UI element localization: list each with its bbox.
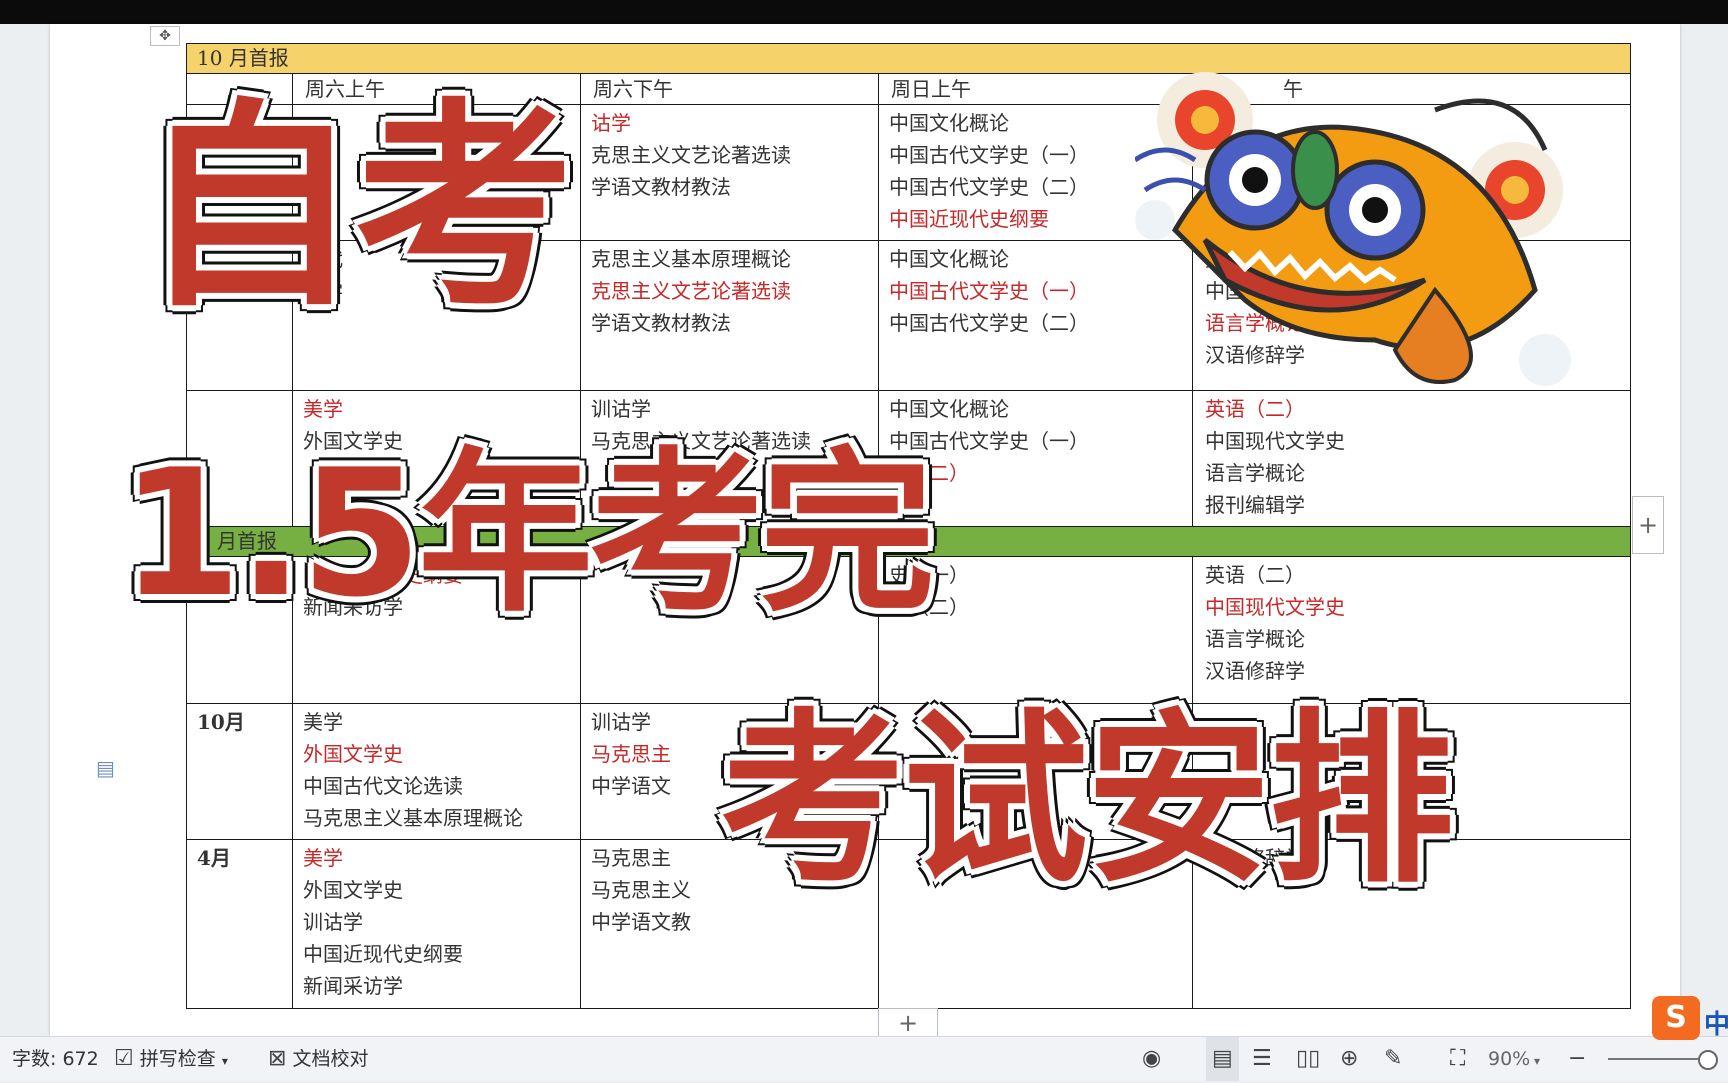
page-view-icon[interactable]: ▤ bbox=[1206, 1037, 1239, 1081]
overlay-title-arrangement: 考试安排 bbox=[717, 692, 1457, 908]
subject-text: 中国古代文学史（一） bbox=[889, 428, 1089, 453]
cell-sat-am: 美学外国文学史中国古代文论选读马克思主义基本原理概论 bbox=[292, 702, 581, 841]
subject-text: 美学 bbox=[303, 710, 343, 734]
col-head-sat-pm: 周六下午 bbox=[580, 72, 879, 106]
top-bar bbox=[0, 0, 1728, 24]
subject-text: 克思主义文艺论著选读 bbox=[591, 279, 791, 304]
subject-text: 中国近现代史纲要 bbox=[303, 942, 463, 967]
add-column-button[interactable]: + bbox=[1632, 496, 1664, 554]
row-label: 4月 bbox=[186, 839, 293, 1009]
subject-text: 美学 bbox=[303, 846, 343, 871]
spell-check-button[interactable]: ☑ 拼写检查 ▾ bbox=[114, 1037, 228, 1081]
row-label: 10月 bbox=[186, 702, 293, 841]
pen-icon[interactable]: ✎ bbox=[1384, 1037, 1402, 1081]
subject-text: 马克思主义基本原理概论 bbox=[303, 806, 523, 830]
subject-text: 中国现代文学史 bbox=[1205, 594, 1345, 619]
cell-sun-pm: 英语（二） 中国现代文学史 语言学概论汉语修辞学 bbox=[1192, 555, 1631, 705]
subject-text: 中学语文教 bbox=[591, 910, 691, 935]
status-bar: 字数: 672 ☑ 拼写检查 ▾ ⊠ 文档校对 ◉ ▤ ☰ ▯▯ ⊕ ✎ ⛶ 9… bbox=[0, 1036, 1728, 1081]
subject-text: 外国文学史 bbox=[303, 878, 403, 903]
subject-text: 新闻采访学 bbox=[303, 974, 403, 999]
subject-text: 史（二） bbox=[889, 460, 969, 485]
add-row-button[interactable]: + bbox=[878, 1008, 938, 1038]
cell-sat-am: 美学外国文学史训诂学中国近现代史纲要 新闻采访学 bbox=[292, 839, 581, 1009]
cell-sun-pm: 英语（二） 中国现代文学史 语言学概论 报刊编辑学 bbox=[1192, 389, 1631, 527]
overlay-title-duration: 1.5年考完 bbox=[117, 433, 938, 636]
subject-text: 诂学 bbox=[591, 111, 631, 136]
zoom-out-icon[interactable]: − bbox=[1568, 1037, 1586, 1081]
reading-view-icon[interactable]: ▯▯ bbox=[1296, 1037, 1320, 1081]
ime-logo-icon[interactable]: S bbox=[1652, 996, 1700, 1040]
word-count[interactable]: 字数: 672 bbox=[12, 1037, 99, 1081]
web-view-icon[interactable]: ⊕ bbox=[1340, 1037, 1358, 1081]
subject-text: 训诂学 bbox=[303, 910, 363, 935]
proofread-icon: ⊠ bbox=[268, 1046, 287, 1071]
zoom-level[interactable]: 90% ▾ bbox=[1488, 1037, 1540, 1081]
subject-text: 克思主义文艺论著选读 bbox=[591, 143, 791, 168]
doc-proof-label: 文档校对 bbox=[292, 1048, 369, 1070]
subject-text: 中国古代文论选读 bbox=[303, 774, 463, 798]
subject-text: 克思主义基本原理概论 bbox=[591, 247, 791, 272]
fit-page-icon[interactable]: ⛶ bbox=[1450, 1037, 1465, 1081]
cell-sat-pm: 克思主义基本原理概论 克思主义文艺论著选读 学语文教材教法 bbox=[580, 240, 879, 391]
subject-text: 中国现代文学史 bbox=[1205, 428, 1345, 453]
document-icon[interactable]: ▤ bbox=[96, 756, 116, 780]
subject-text: 外国文学史 bbox=[303, 742, 403, 766]
spell-check-label: 拼写检查 bbox=[139, 1048, 216, 1070]
subject-text: 学语文教材教法 bbox=[591, 175, 731, 200]
lion-dance-icon bbox=[1135, 72, 1571, 386]
subject-text: 史（二） bbox=[889, 594, 969, 619]
doc-proof-button[interactable]: ⊠ 文档校对 bbox=[268, 1037, 369, 1081]
overlay-title-main: 自考 bbox=[137, 80, 577, 336]
chevron-down-icon: ▾ bbox=[221, 1054, 228, 1068]
zoom-slider[interactable] bbox=[1608, 1058, 1710, 1060]
subject-text: 史（一） bbox=[889, 562, 969, 587]
eye-icon[interactable]: ◉ bbox=[1142, 1037, 1161, 1081]
subject-text: 要 bbox=[889, 492, 909, 517]
table-move-handle[interactable]: ✥ bbox=[150, 26, 180, 46]
subject-text: 训诂学 bbox=[591, 396, 651, 421]
subject-text: 语言学概论 bbox=[1205, 626, 1305, 651]
subject-text: 汉语修辞学 bbox=[1205, 658, 1305, 683]
subject-text: 英语（二） bbox=[1205, 562, 1305, 587]
cell-sat-pm: 诂学克思主义文艺论著选读 学语文教材教法 bbox=[580, 104, 879, 242]
ime-mode[interactable]: 中 bbox=[1704, 1004, 1728, 1041]
subject-text: 学语文教材教法 bbox=[591, 311, 731, 336]
subject-text: 美学 bbox=[303, 396, 343, 421]
subject-text: 报刊编辑学 bbox=[1205, 492, 1305, 517]
spell-check-icon: ☑ bbox=[114, 1046, 134, 1071]
zoom-slider-knob[interactable] bbox=[1698, 1050, 1718, 1070]
subject-text: 语言学概论 bbox=[1205, 460, 1305, 485]
outline-view-icon[interactable]: ☰ bbox=[1252, 1037, 1272, 1081]
